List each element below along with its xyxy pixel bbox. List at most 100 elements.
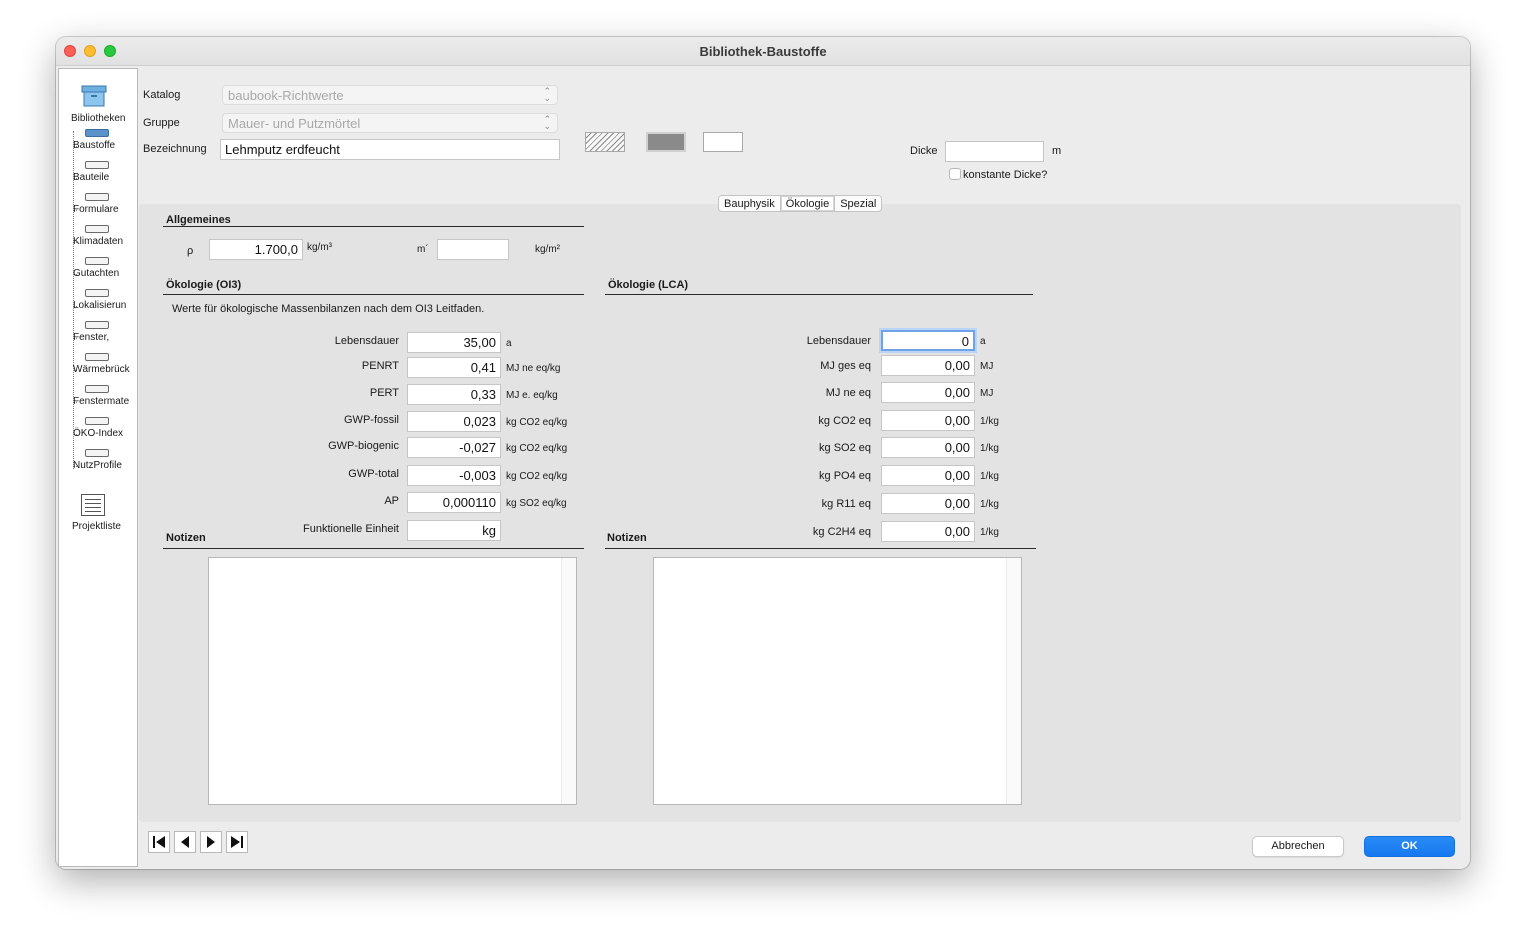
lca-unit: MJ [980,388,994,399]
oi3-value-field[interactable]: 35,00 [407,332,501,353]
lca-title: Ökologie (LCA) [608,279,689,291]
rho-unit: kg/m³ [307,242,332,253]
oi3-value-field[interactable]: 0,023 [407,411,501,432]
lca-notes-divider [605,548,1036,549]
library-sidebar: Bibliotheken Baustoffe Bauteile Formulare K… [58,68,138,867]
tab-oekologie[interactable]: Ökologie [780,196,836,211]
drawer-icon [85,385,109,393]
oi3-description: Werte für ökologische Massenbilanzen nac… [172,303,485,315]
lca-row-label: MJ ges eq [820,360,871,372]
konstante-dicke-label: konstante Dicke? [963,169,1048,181]
sidebar-item-label: NutzProfile [73,460,122,471]
sidebar-bottom-label[interactable]: Projektliste [72,521,121,532]
lca-value-field[interactable]: 0,00 [881,382,975,403]
sidebar-item[interactable]: Formulare [73,193,139,225]
lca-unit: a [980,336,986,347]
katalog-label: Katalog [143,89,181,101]
oi3-divider [163,294,584,295]
rho-field[interactable]: 1.700,0 [209,239,303,260]
konstante-dicke-checkbox[interactable] [949,168,961,180]
sidebar-item[interactable]: Klimadaten [73,225,139,257]
gruppe-select[interactable]: Mauer- und Putzmörtel ⌃ ⌄ [222,113,558,133]
gruppe-label: Gruppe [143,117,180,129]
next-record-button[interactable] [200,831,222,853]
sidebar-item[interactable]: Bauteile [73,161,139,193]
lca-notes-textarea[interactable] [653,557,1022,805]
sidebar-item-label: Baustoffe [73,140,116,151]
color-swatch-white[interactable] [703,132,743,152]
bezeichnung-field[interactable]: Lehmputz erdfeucht [220,139,560,160]
lca-unit: MJ [980,361,994,372]
oi3-notes-textarea[interactable] [208,557,577,805]
first-record-button[interactable] [148,831,170,853]
tab-bar: Bauphysik Ökologie Spezial [718,195,883,212]
previous-record-button[interactable] [174,831,196,853]
katalog-select[interactable]: baubook-Richtwerte ⌃ ⌄ [222,85,558,105]
lca-value-field[interactable]: 0,00 [881,410,975,431]
lca-unit: 1/kg [980,443,999,454]
dicke-field[interactable] [945,141,1044,162]
lca-value-field[interactable]: 0,00 [881,355,975,376]
oi3-value-field[interactable]: kg [407,520,501,541]
window-title: Bibliothek-Baustoffe [699,44,827,59]
m-unit: kg/m² [535,244,560,255]
sidebar-item[interactable]: Fenstermate [73,385,139,417]
sidebar-item[interactable]: Gutachten [73,257,139,289]
drawer-icon [85,193,109,201]
sidebar-top-label[interactable]: Bibliotheken [71,113,125,124]
oi3-row-label: Funktionelle Einheit [302,523,399,535]
hatch-pattern-swatch[interactable] [585,132,625,152]
sidebar-item[interactable]: Wärmebrück [73,353,139,385]
oi3-unit: kg CO2 eq/kg [506,471,568,482]
project-list-icon[interactable] [81,494,105,516]
oi3-title: Ökologie (OI3) [166,279,242,291]
oi3-value-field[interactable]: -0,003 [407,465,501,486]
chevron-updown-icon: ⌃ ⌄ [543,86,551,103]
m-field[interactable] [437,239,509,260]
oi3-notes-scrollbar[interactable] [561,558,576,804]
oi3-value-field[interactable]: 0,000110 [407,492,501,513]
sidebar-item-label: Lokalisierun [73,300,127,311]
sidebar-item[interactable]: Baustoffe [73,129,139,161]
cancel-button[interactable]: Abbrechen [1252,836,1344,857]
color-swatch-gray[interactable] [646,132,686,152]
oi3-row-label: GWP-fossil [344,414,399,426]
oi3-value-field[interactable]: 0,41 [407,357,501,378]
app-window: Bibliothek-Baustoffe Bibliotheken Bausto… [56,37,1470,869]
oi3-row-label: Lebensdauer [334,335,399,347]
lca-notes-scrollbar[interactable] [1006,558,1021,804]
lca-unit: 1/kg [980,416,999,427]
lca-value-field[interactable]: 0 [881,330,975,351]
ok-button[interactable]: OK [1364,836,1455,857]
tab-bauphysik[interactable]: Bauphysik [719,196,781,211]
lca-unit: 1/kg [980,471,999,482]
oi3-value-field[interactable]: -0,027 [407,437,501,458]
drawer-icon [85,289,109,297]
drawer-icon [85,449,109,457]
oi3-unit: kg CO2 eq/kg [506,443,568,454]
lca-value-field[interactable]: 0,00 [881,521,975,542]
oi3-notes-divider [163,548,584,549]
bezeichnung-label: Bezeichnung [143,143,207,155]
sidebar-item[interactable]: ÖKO-Index [73,417,139,449]
oi3-value-field[interactable]: 0,33 [407,384,501,405]
lca-value-field[interactable]: 0,00 [881,465,975,486]
sidebar-item-label: Klimadaten [73,236,124,247]
lca-row-label: kg C2H4 eq [812,526,871,538]
m-label: m´ [417,244,429,255]
sidebar-item-label: ÖKO-Index [73,428,124,439]
title-bar: Bibliothek-Baustoffe [56,37,1470,66]
last-record-button[interactable] [226,831,248,853]
drawer-icon [85,129,109,137]
archive-box-icon[interactable] [81,85,107,107]
sidebar-item[interactable]: Fenster, [73,321,139,353]
drawer-icon [85,321,109,329]
lca-value-field[interactable]: 0,00 [881,437,975,458]
lca-value-field[interactable]: 0,00 [881,493,975,514]
skip-last-icon [231,836,243,848]
oi3-unit: MJ e. eq/kg [506,390,558,401]
sidebar-item[interactable]: NutzProfile [73,449,139,481]
tab-spezial[interactable]: Spezial [835,196,882,211]
sidebar-item[interactable]: Lokalisierun [73,289,139,321]
allgemeines-title: Allgemeines [166,214,231,226]
